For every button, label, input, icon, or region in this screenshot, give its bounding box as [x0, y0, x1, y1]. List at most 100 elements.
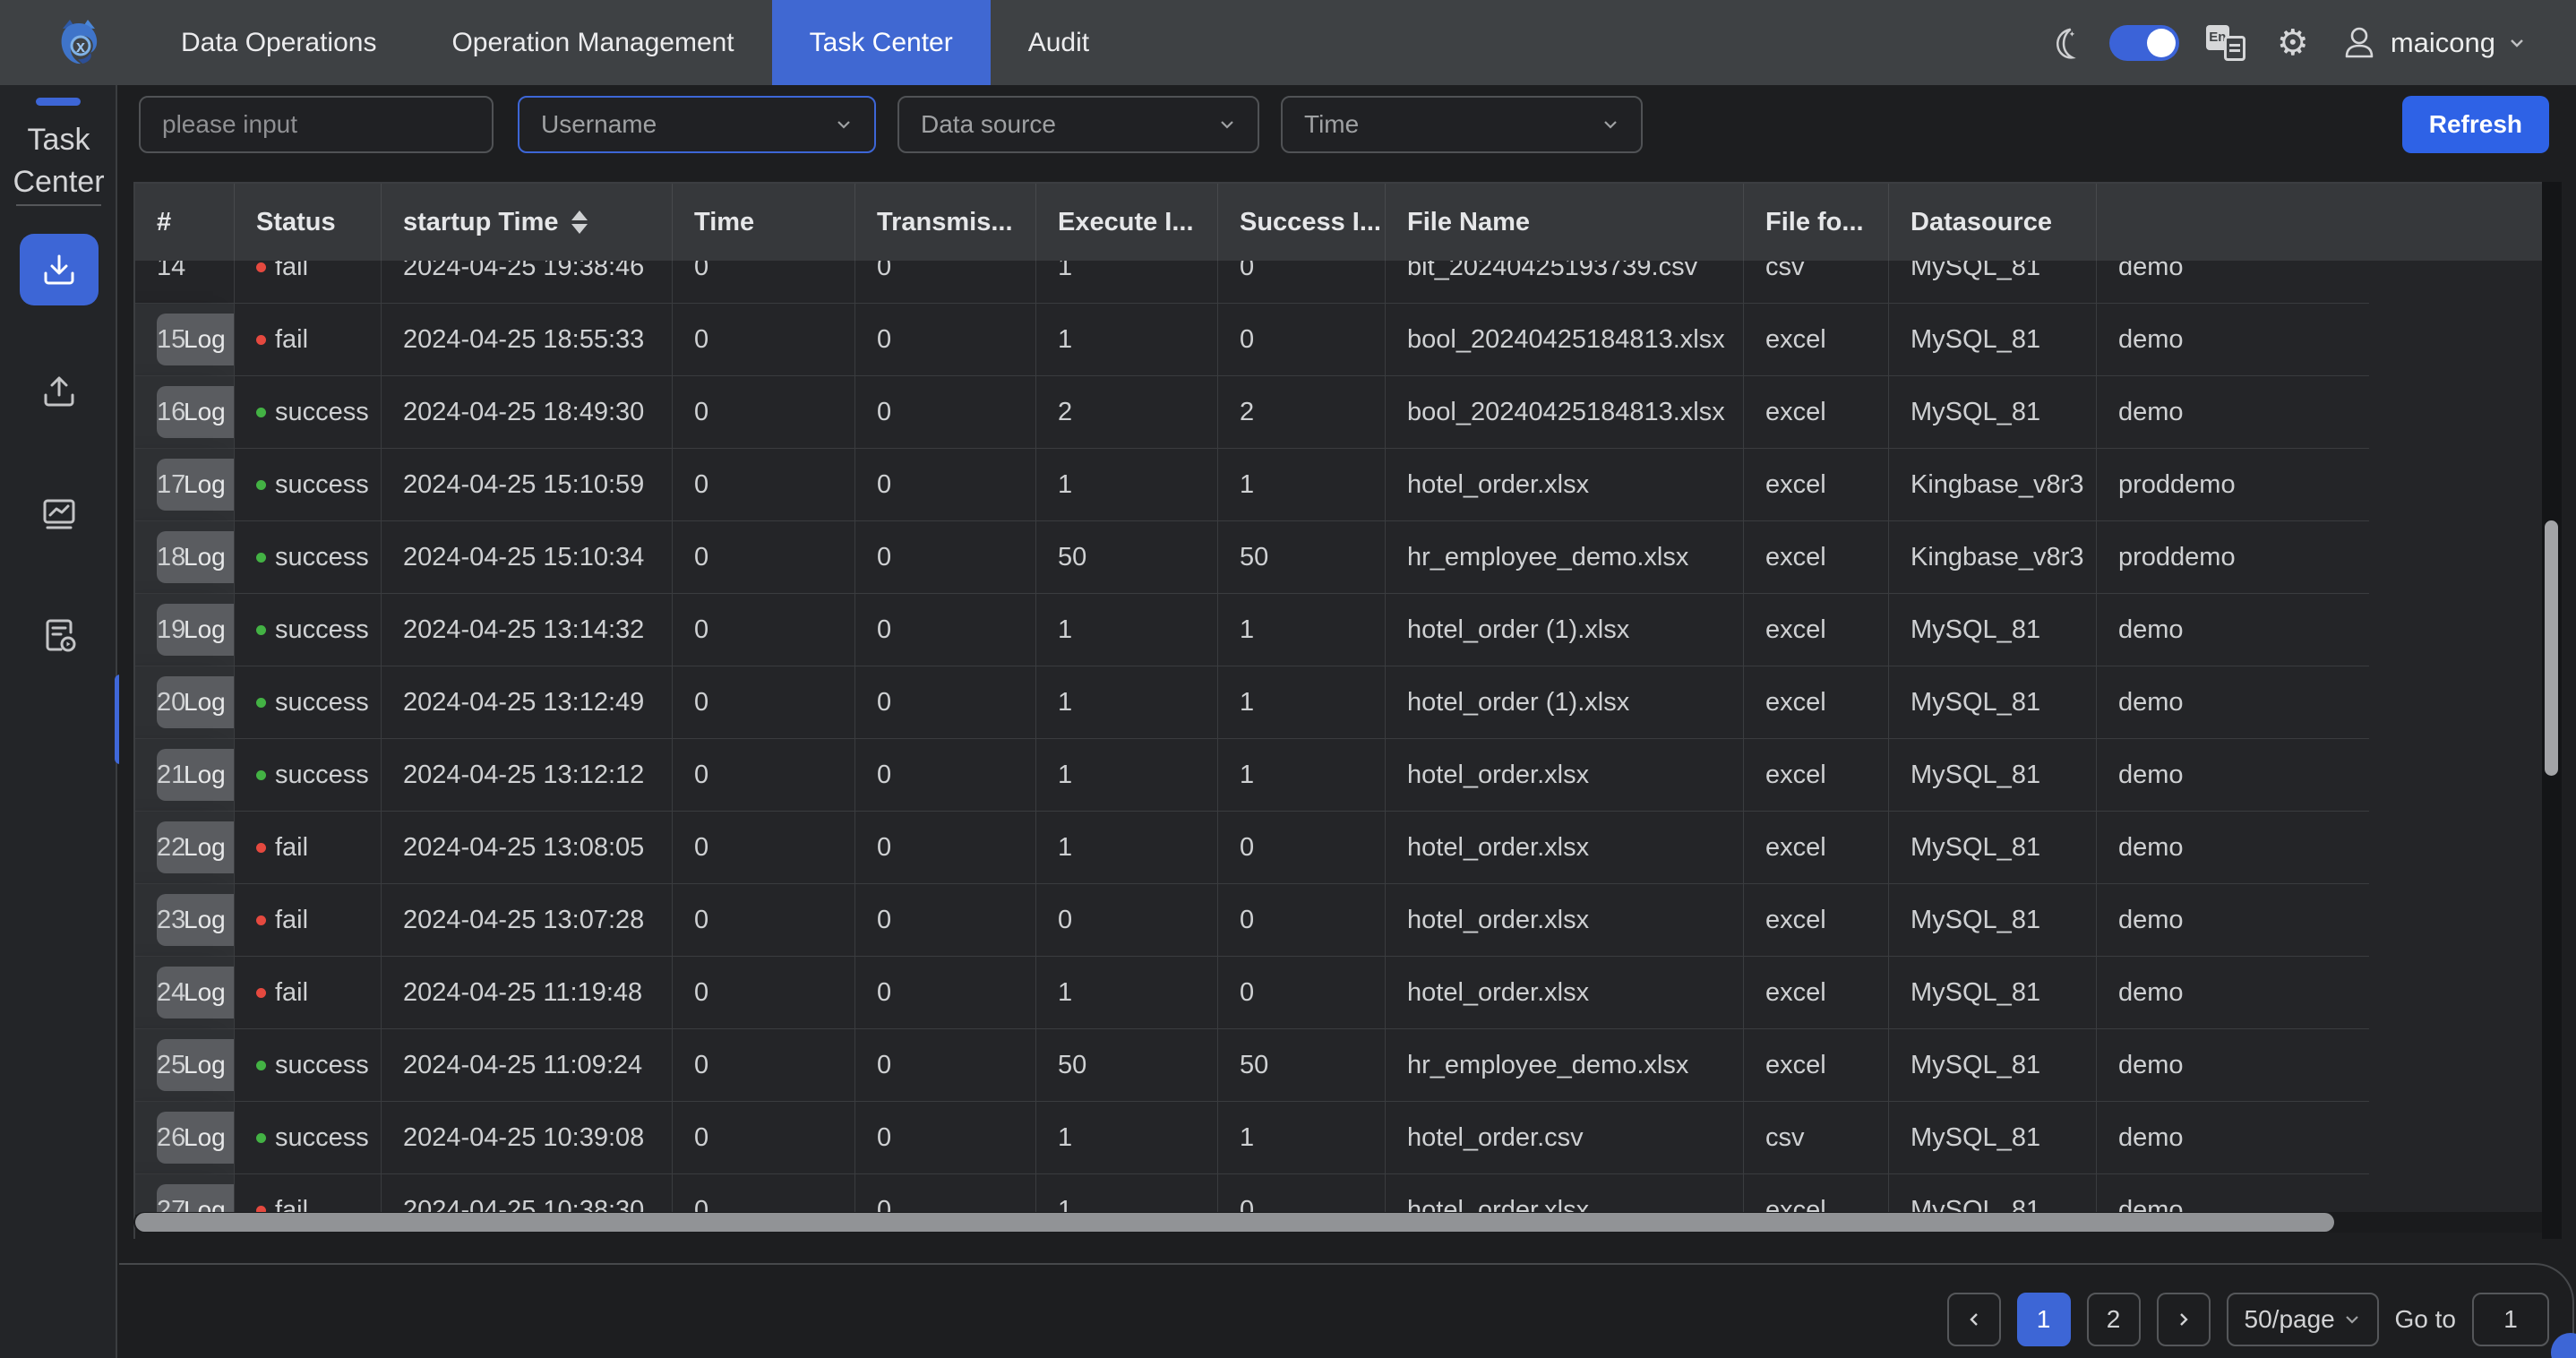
cell-startup: 2024-04-25 13:12:12 — [382, 739, 673, 812]
cell-status: success — [235, 521, 382, 594]
nav-tab-audit[interactable]: Audit — [991, 0, 1127, 85]
table-body: 14fail2024-04-25 19:38:460010bit_2024042… — [135, 261, 2556, 1215]
cell-status: success — [235, 1029, 382, 1102]
username-select[interactable]: Username — [518, 96, 876, 153]
nav-tab-data-operations[interactable]: Data Operations — [143, 0, 414, 85]
next-page-button[interactable] — [2157, 1293, 2211, 1346]
user-menu[interactable]: maicong — [2340, 24, 2526, 62]
horizontal-scrollbar-thumb[interactable] — [135, 1213, 2334, 1232]
cell-execute: 2 — [1036, 376, 1218, 449]
cell-startup: 2024-04-25 19:38:46 — [382, 261, 673, 304]
search-field — [139, 96, 494, 153]
cell-transmission: 0 — [855, 812, 1036, 884]
cell-num: 14 — [135, 261, 235, 304]
username-text: maicong — [2391, 27, 2495, 59]
language-switch-icon[interactable]: En — [2206, 23, 2245, 63]
cell-transmission: 0 — [855, 1102, 1036, 1174]
cell-format: excel — [1744, 957, 1889, 1029]
table-row: 17success2024-04-25 15:10:590011hotel_or… — [135, 449, 2556, 521]
page-button-1[interactable]: 1 — [2017, 1293, 2071, 1346]
cell-status: success — [235, 1102, 382, 1174]
cell-num: 22 — [135, 812, 235, 884]
datasource-select[interactable]: Data source — [897, 96, 1259, 153]
table-row: 19success2024-04-25 13:14:320011hotel_or… — [135, 594, 2556, 666]
cell-status: fail — [235, 957, 382, 1029]
cell-file: hr_employee_demo.xlsx — [1386, 1029, 1744, 1102]
cell-time: 0 — [673, 1102, 855, 1174]
cell-status: fail — [235, 884, 382, 957]
page-button-2[interactable]: 2 — [2087, 1293, 2141, 1346]
nav-tab-task-center[interactable]: Task Center — [772, 0, 991, 85]
column-header-datasource: Datasource — [1889, 184, 2097, 261]
cell-time: 0 — [673, 521, 855, 594]
cell-file: hotel_order (1).xlsx — [1386, 666, 1744, 739]
vertical-scrollbar[interactable] — [2542, 182, 2562, 1239]
status-dot — [256, 770, 266, 780]
cell-transmission: 0 — [855, 521, 1036, 594]
svg-text:x: x — [76, 38, 85, 56]
goto-page-input[interactable]: 1 — [2472, 1293, 2549, 1346]
chevron-down-icon — [835, 116, 853, 133]
table-row: 16success2024-04-25 18:49:300022bool_202… — [135, 376, 2556, 449]
prev-page-button[interactable] — [1947, 1293, 2001, 1346]
cell-file: bool_20240425184813.xlsx — [1386, 376, 1744, 449]
task-table: # Status startup Time Time Transmis... E… — [133, 182, 2555, 1239]
status-dot — [256, 335, 266, 345]
language-alt-badge — [2224, 36, 2245, 61]
search-input[interactable] — [162, 110, 470, 139]
sidebar-item-task-logs[interactable] — [20, 599, 99, 671]
sort-carets-icon[interactable] — [571, 211, 588, 234]
sidebar-item-monitor[interactable] — [20, 477, 99, 549]
cell-success: 1 — [1218, 739, 1386, 812]
table-header-row: # Status startup Time Time Transmis... E… — [135, 184, 2556, 261]
status-dot — [256, 262, 266, 272]
monitor-chart-icon — [39, 493, 80, 534]
horizontal-scrollbar[interactable] — [133, 1212, 2555, 1233]
cell-file: hotel_order.xlsx — [1386, 884, 1744, 957]
cell-database: proddemo — [2097, 449, 2369, 521]
column-header-transmission: Transmis... — [855, 184, 1036, 261]
cell-transmission: 0 — [855, 1029, 1036, 1102]
cell-status: success — [235, 449, 382, 521]
cell-file: hr_employee_demo.xlsx — [1386, 521, 1744, 594]
cell-datasource: MySQL_81 — [1889, 739, 2097, 812]
cell-database: demo — [2097, 812, 2369, 884]
cell-transmission: 0 — [855, 449, 1036, 521]
cell-datasource: MySQL_81 — [1889, 304, 2097, 376]
cell-format: excel — [1744, 304, 1889, 376]
cell-database: demo — [2097, 1174, 2369, 1215]
sidebar: Task Center — [0, 85, 117, 1358]
cell-file: hotel_order.xlsx — [1386, 449, 1744, 521]
cell-time: 0 — [673, 304, 855, 376]
cell-execute: 1 — [1036, 812, 1218, 884]
theme-toggle[interactable] — [2109, 25, 2179, 61]
cell-database: demo — [2097, 261, 2369, 304]
cell-success: 50 — [1218, 521, 1386, 594]
vertical-scrollbar-thumb[interactable] — [2545, 520, 2558, 776]
table-row: 14fail2024-04-25 19:38:460010bit_2024042… — [135, 261, 2556, 304]
cell-execute: 1 — [1036, 739, 1218, 812]
nav-tab-operation-management[interactable]: Operation Management — [414, 0, 771, 85]
cell-database: demo — [2097, 666, 2369, 739]
cell-transmission: 0 — [855, 884, 1036, 957]
cell-num: 15 — [135, 304, 235, 376]
sidebar-item-export-tasks[interactable] — [20, 356, 99, 427]
cell-format: excel — [1744, 739, 1889, 812]
table-row: 26success2024-04-25 10:39:080011hotel_or… — [135, 1102, 2556, 1174]
column-header-startup-time[interactable]: startup Time — [382, 184, 673, 261]
cell-success: 0 — [1218, 884, 1386, 957]
page-size-select[interactable]: 50/page — [2227, 1293, 2379, 1346]
user-avatar-icon — [2340, 24, 2378, 62]
settings-gear-icon[interactable]: ⚙ — [2272, 22, 2314, 64]
cell-num: 18 — [135, 521, 235, 594]
time-select[interactable]: Time — [1281, 96, 1643, 153]
refresh-button[interactable]: Refresh — [2402, 96, 2549, 153]
cell-status: success — [235, 594, 382, 666]
cell-success: 1 — [1218, 449, 1386, 521]
cell-startup: 2024-04-25 13:12:49 — [382, 666, 673, 739]
cell-status: fail — [235, 261, 382, 304]
chevron-down-icon — [2343, 1311, 2361, 1328]
cell-startup: 2024-04-25 18:55:33 — [382, 304, 673, 376]
cell-transmission: 0 — [855, 739, 1036, 812]
sidebar-item-import-tasks[interactable] — [20, 234, 99, 305]
